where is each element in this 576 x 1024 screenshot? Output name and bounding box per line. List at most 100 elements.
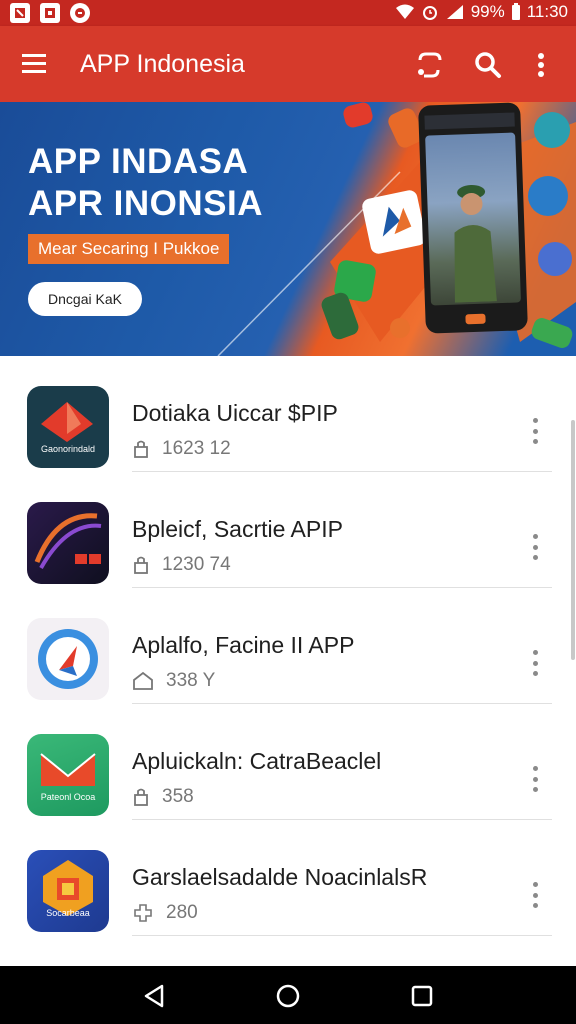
app-title: Garslaelsadalde NoacinlalsR [132,864,428,890]
app-icon-caption: Socarbeaa [46,908,90,918]
more-options-button[interactable] [520,762,550,796]
more-vertical-icon [532,766,538,771]
signal-icon [446,5,463,19]
app-meta: 358 [132,786,194,808]
app-title: Aplalfo, Facine II APP [132,632,355,658]
floating-app-tile [360,188,428,256]
phone-screen [425,132,521,306]
list-item[interactable]: Aplalfo, Facine II APP 338 Y [0,588,576,704]
home-outline-icon [133,671,153,690]
app-title: Bpleicf, Sacrtie APIP [132,516,343,542]
notification-app-icon-1 [10,3,30,23]
red-arrow-app-icon: Gaonorindald [27,386,109,468]
more-vertical-icon-dot [532,776,538,782]
more-vertical-icon-dot [532,903,538,908]
promo-banner[interactable]: APP INDASA APR INONSIA Mear Secaring I P… [0,102,576,356]
banner-headline-1: APP INDASA [28,142,249,181]
puzzle-icon [134,904,152,922]
more-vertical-icon [532,650,538,655]
app-meta-value: 1623 12 [162,438,231,459]
app-title: Apluickaln: CatraBeaclel [132,748,382,774]
status-bar: 99% 11:30 [0,0,576,26]
person-illustration [454,185,497,303]
list-item[interactable]: Bpleicf, Sacrtie APIP 1230 74 [0,472,576,588]
alarm-icon [422,6,437,20]
compass-app-icon [27,618,109,700]
search-icon [475,52,501,78]
more-vertical-icon [538,53,544,77]
more-vertical-icon-dot [532,660,538,666]
app-meta-value: 358 [162,786,194,807]
recents-square-icon [411,985,433,1007]
cast-icon [418,52,442,78]
more-vertical-icon-dot [532,439,538,444]
list-item[interactable]: Socarbeaa Garslaelsadalde NoacinlalsR 28… [0,820,576,936]
notification-app-icon-3 [70,3,90,23]
compass-app-icon-graphic [38,629,98,689]
phone-screen-header [424,112,515,130]
more-vertical-icon [532,418,538,423]
app-list: Gaonorindald Dotiaka Uiccar $PIP 1623 12… [0,356,576,964]
more-vertical-icon-dot [532,892,538,898]
list-item[interactable]: Pateonl Ocoa Apluickaln: CatraBeaclel 35… [0,704,576,820]
app-meta-value: 338 Y [166,670,216,691]
banner-headline-2: APR INONSIA [28,184,263,223]
home-circle-icon [276,984,300,1008]
banner-button[interactable]: Dncgai KaK [28,282,142,316]
more-vertical-icon-dot [532,555,538,560]
app-meta-value: 280 [166,902,198,923]
back-button[interactable] [136,978,172,1014]
lock-icon [134,788,148,806]
app-title: Dotiaka Uiccar $PIP [132,400,338,426]
arrow-logo-icon [382,206,412,237]
menu-button[interactable] [20,50,50,78]
app-icon-caption: Pateonl Ocoa [40,792,96,802]
divider [132,935,552,936]
swirl-app-icon [27,502,109,584]
phone-home-button [465,313,486,325]
back-triangle-icon [144,984,164,1008]
more-options-button[interactable] [520,414,550,448]
app-meta-value: 1230 74 [162,554,231,575]
battery-icon [511,3,520,20]
more-options-button[interactable] [520,878,550,912]
overflow-menu-button[interactable] [524,48,558,82]
app-meta: 1230 74 [132,554,231,576]
mail-app-icon: Pateonl Ocoa [27,734,109,816]
lock-icon [134,556,148,574]
grid-app-icon: Socarbeaa [27,850,109,932]
recents-button[interactable] [404,978,440,1014]
app-icon-caption: Gaonorindald [40,444,96,454]
page-title: APP Indonesia [80,50,245,78]
clock: 11:30 [526,2,568,21]
swirl-app-icon-graphic [34,513,102,569]
more-vertical-icon [532,882,538,887]
list-item[interactable]: Gaonorindald Dotiaka Uiccar $PIP 1623 12 [0,356,576,472]
floating-app-tile [528,176,568,216]
app-meta: 280 [132,902,198,924]
app-bar: APP Indonesia [0,26,576,102]
home-button[interactable] [270,978,306,1014]
mail-app-icon-graphic [40,753,96,786]
search-button[interactable] [471,48,505,82]
grid-app-icon-graphic [43,860,93,916]
phone-mockup [418,102,528,334]
more-vertical-icon [532,534,538,539]
banner-tagline: Mear Secaring I Pukkoe [28,234,230,264]
cast-button[interactable] [412,48,446,82]
floating-app-tile [390,318,410,338]
floating-app-tile [534,112,570,148]
more-options-button[interactable] [520,530,550,564]
more-options-button[interactable] [520,646,550,680]
more-vertical-icon-dot [532,787,538,792]
more-vertical-icon-dot [532,671,538,676]
app-meta: 338 Y [132,670,215,692]
red-arrow-app-icon-graphic [41,402,93,442]
battery-percent: 99% [470,2,505,21]
notification-app-icon-2 [40,3,60,23]
floating-app-tile [538,242,572,276]
hamburger-menu-icon [22,54,46,73]
scrollbar[interactable] [571,420,575,660]
more-vertical-icon-dot [532,428,538,434]
app-meta: 1623 12 [132,438,231,460]
